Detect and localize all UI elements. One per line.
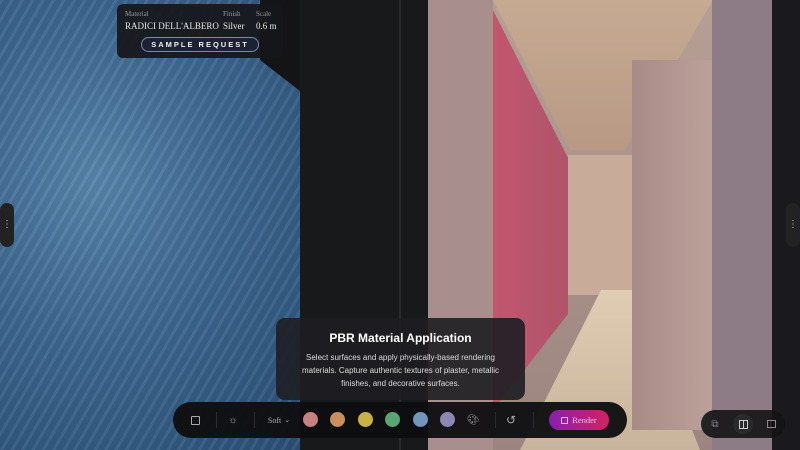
color-swatch[interactable] [358, 412, 373, 427]
tooltip-title: PBR Material Application [276, 331, 525, 345]
more-vertical-icon: ⋮ [2, 223, 12, 227]
square-icon [191, 416, 200, 425]
lighting-button[interactable]: ☼ [225, 412, 241, 428]
color-swatch[interactable] [440, 412, 455, 427]
image-view-button[interactable] [761, 414, 781, 434]
render-label: Render [572, 415, 597, 425]
finish-value: Silver [223, 21, 245, 31]
info-tooltip: PBR Material Application Select surfaces… [276, 318, 525, 400]
right-panel-handle[interactable]: ⋮ [786, 203, 800, 247]
select-tool-button[interactable] [187, 412, 203, 428]
material-texture-preview [0, 0, 320, 450]
sun-icon: ☼ [228, 415, 237, 426]
bottom-toolbar: ☼ Soft⌄ 🎨︎ ↺ Render [173, 402, 627, 438]
color-swatch[interactable] [413, 412, 428, 427]
scale-label: Scale [256, 10, 271, 18]
chevron-down-icon: ⌄ [284, 416, 290, 424]
sample-request-button[interactable]: SAMPLE REQUEST [141, 37, 259, 52]
color-swatch[interactable] [330, 412, 345, 427]
color-swatch[interactable] [303, 412, 318, 427]
split-view-button[interactable] [733, 414, 753, 434]
reset-button[interactable]: ↺ [503, 412, 519, 428]
view-mode-bar: ⧉ [701, 410, 785, 438]
rotate-ccw-icon: ↺ [506, 413, 516, 427]
material-info-panel: Material RADICI DELL'ALBERO Finish Silve… [117, 4, 283, 58]
palette-button[interactable]: 🎨︎ [465, 412, 481, 428]
scale-value: 0.6 m [256, 21, 277, 31]
render-button[interactable]: Render [549, 410, 609, 430]
compare-view-button[interactable]: ⧉ [705, 414, 725, 434]
tooltip-body: Select surfaces and apply physically-bas… [296, 351, 505, 390]
lighting-dropdown[interactable]: Soft⌄ [264, 412, 294, 428]
color-swatch[interactable] [385, 412, 400, 427]
left-panel-handle[interactable]: ⋮ [0, 203, 14, 247]
compare-icon: ⧉ [711, 419, 718, 430]
finish-label: Finish [223, 10, 241, 18]
image-icon [561, 417, 568, 424]
columns-icon [739, 420, 748, 429]
room-end-wall [568, 155, 632, 295]
palette-icon: 🎨︎ [467, 415, 480, 426]
room-right-wall [632, 60, 712, 430]
room-pillar [712, 0, 772, 450]
image-icon [767, 420, 776, 428]
more-vertical-icon: ⋮ [788, 223, 798, 227]
material-value: RADICI DELL'ALBERO [125, 21, 219, 31]
lighting-value: Soft [268, 416, 281, 425]
material-label: Material [125, 10, 149, 18]
